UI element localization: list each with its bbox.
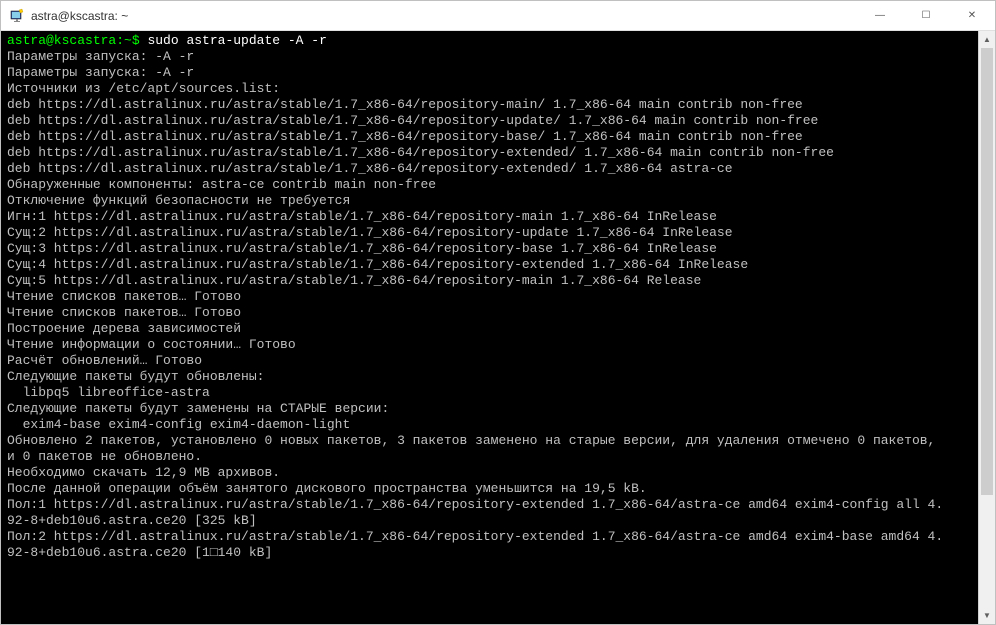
terminal-line: deb https://dl.astralinux.ru/astra/stabl…: [7, 161, 972, 177]
titlebar[interactable]: astra@kscastra: ~ — ☐ ✕: [1, 1, 995, 31]
terminal-line: Следующие пакеты будут обновлены:: [7, 369, 972, 385]
terminal-line: Игн:1 https://dl.astralinux.ru/astra/sta…: [7, 209, 972, 225]
terminal-line: Отключение функций безопасности не требу…: [7, 193, 972, 209]
terminal-line: Обновлено 2 пакетов, установлено 0 новых…: [7, 433, 972, 449]
terminal-line: Параметры запуска: -A -r: [7, 65, 972, 81]
terminal-line: deb https://dl.astralinux.ru/astra/stabl…: [7, 113, 972, 129]
terminal-line: Сущ:4 https://dl.astralinux.ru/astra/sta…: [7, 257, 972, 273]
maximize-button[interactable]: ☐: [903, 1, 949, 30]
terminal-line: Пол:1 https://dl.astralinux.ru/astra/sta…: [7, 497, 972, 513]
scrollbar[interactable]: ▲ ▼: [978, 31, 995, 624]
terminal-line: и 0 пакетов не обновлено.: [7, 449, 972, 465]
terminal-line: exim4-base exim4-config exim4-daemon-lig…: [7, 417, 972, 433]
terminal-prompt: astra@kscastra:~$: [7, 33, 140, 48]
minimize-button[interactable]: —: [857, 1, 903, 30]
terminal-line: Построение дерева зависимостей: [7, 321, 972, 337]
terminal-line: deb https://dl.astralinux.ru/astra/stabl…: [7, 129, 972, 145]
window-title: astra@kscastra: ~: [31, 9, 857, 23]
terminal-line: deb https://dl.astralinux.ru/astra/stabl…: [7, 97, 972, 113]
terminal-line: Сущ:5 https://dl.astralinux.ru/astra/sta…: [7, 273, 972, 289]
terminal-line: Сущ:3 https://dl.astralinux.ru/astra/sta…: [7, 241, 972, 257]
scroll-up-button[interactable]: ▲: [979, 31, 995, 48]
terminal-line: Расчёт обновлений… Готово: [7, 353, 972, 369]
terminal-line: Чтение списков пакетов… Готово: [7, 289, 972, 305]
terminal-line: Параметры запуска: -A -r: [7, 49, 972, 65]
terminal-line: deb https://dl.astralinux.ru/astra/stabl…: [7, 145, 972, 161]
terminal-line: Сущ:2 https://dl.astralinux.ru/astra/sta…: [7, 225, 972, 241]
terminal-line: После данной операции объём занятого дис…: [7, 481, 972, 497]
terminal-command: sudo astra-update -A -r: [147, 33, 326, 48]
terminal-line: libpq5 libreoffice-astra: [7, 385, 972, 401]
terminal[interactable]: astra@kscastra:~$ sudo astra-update -A -…: [1, 31, 978, 624]
terminal-line: Чтение списков пакетов… Готово: [7, 305, 972, 321]
terminal-line: Обнаруженные компоненты: astra-ce contri…: [7, 177, 972, 193]
close-button[interactable]: ✕: [949, 1, 995, 30]
terminal-line: Следующие пакеты будут заменены на СТАРЫ…: [7, 401, 972, 417]
terminal-prompt-line: astra@kscastra:~$ sudo astra-update -A -…: [7, 33, 972, 49]
scroll-thumb[interactable]: [981, 48, 993, 495]
window: astra@kscastra: ~ — ☐ ✕ astra@kscastra:~…: [0, 0, 996, 625]
terminal-line: Источники из /etc/apt/sources.list:: [7, 81, 972, 97]
terminal-line: Чтение информации о состоянии… Готово: [7, 337, 972, 353]
terminal-line: Необходимо скачать 12,9 MB архивов.: [7, 465, 972, 481]
putty-icon: [9, 8, 25, 24]
terminal-line: 92-8+deb10u6.astra.ce20 [1□140 kB]: [7, 545, 972, 561]
scroll-down-button[interactable]: ▼: [979, 607, 995, 624]
terminal-line: 92-8+deb10u6.astra.ce20 [325 kB]: [7, 513, 972, 529]
scroll-track[interactable]: [979, 48, 995, 607]
terminal-line: Пол:2 https://dl.astralinux.ru/astra/sta…: [7, 529, 972, 545]
titlebar-controls: — ☐ ✕: [857, 1, 995, 30]
terminal-area: astra@kscastra:~$ sudo astra-update -A -…: [1, 31, 995, 624]
